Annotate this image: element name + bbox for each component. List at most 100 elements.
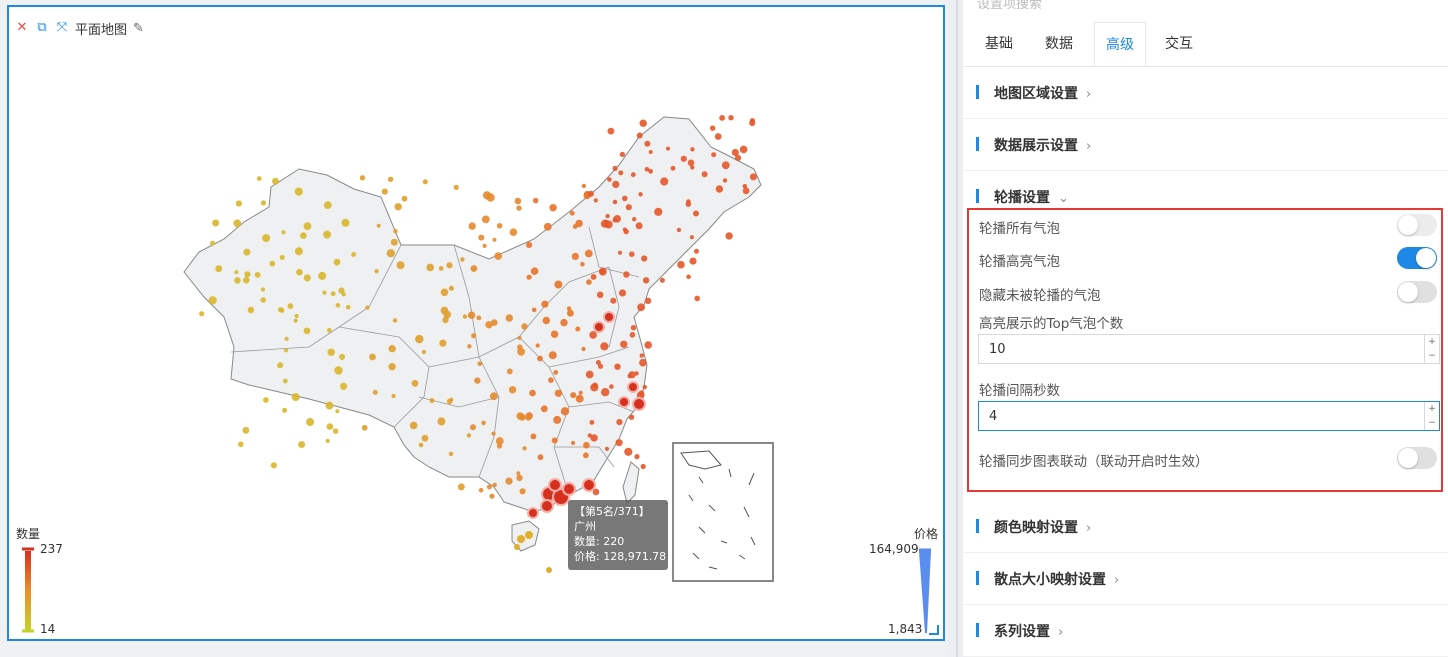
city-bubble[interactable] — [341, 218, 350, 227]
city-bubble[interactable] — [514, 544, 520, 550]
city-bubble[interactable] — [554, 280, 563, 289]
city-bubble[interactable] — [233, 219, 242, 228]
city-bubble[interactable] — [644, 140, 651, 147]
city-bubble[interactable] — [607, 127, 615, 135]
city-bubble[interactable] — [644, 297, 652, 304]
city-bubble[interactable] — [694, 295, 700, 302]
city-bubble[interactable] — [421, 434, 429, 442]
city-bubble[interactable] — [335, 409, 340, 414]
city-bubble[interactable] — [541, 300, 549, 308]
city-bubble[interactable] — [719, 115, 725, 121]
city-bubble[interactable] — [619, 151, 626, 158]
city-bubble[interactable] — [642, 277, 650, 284]
city-bubble[interactable] — [506, 368, 513, 375]
city-bubble[interactable] — [632, 217, 637, 222]
city-bubble[interactable] — [642, 384, 647, 390]
city-bubble[interactable] — [277, 362, 284, 369]
city-bubble[interactable] — [446, 398, 453, 405]
city-bubble[interactable] — [481, 420, 486, 426]
city-bubble[interactable] — [714, 133, 722, 140]
city-bubble[interactable] — [571, 440, 576, 446]
city-bubble[interactable] — [496, 223, 503, 229]
city-bubble[interactable] — [516, 205, 522, 211]
tab-advanced[interactable]: 高级 — [1094, 22, 1146, 66]
city-bubble[interactable] — [325, 401, 334, 410]
city-bubble[interactable] — [627, 373, 632, 379]
city-bubble[interactable] — [306, 418, 315, 426]
city-bubble[interactable] — [394, 203, 402, 211]
city-bubble[interactable] — [601, 388, 610, 397]
city-bubble[interactable] — [282, 407, 288, 413]
city-bubble[interactable] — [739, 145, 748, 154]
city-bubble[interactable] — [609, 384, 614, 389]
city-bubble[interactable] — [374, 269, 379, 274]
city-bubble[interactable] — [260, 297, 266, 303]
city-bubble[interactable] — [715, 185, 724, 193]
city-bubble[interactable] — [279, 308, 285, 313]
city-bubble[interactable] — [388, 363, 396, 371]
city-bubble[interactable] — [586, 279, 592, 285]
city-bubble[interactable] — [629, 251, 635, 257]
city-bubble[interactable] — [639, 353, 644, 358]
city-bubble[interactable] — [592, 382, 598, 389]
resize-handle[interactable] — [929, 625, 939, 635]
city-bubble[interactable] — [680, 155, 687, 162]
city-bubble[interactable] — [742, 187, 750, 195]
city-bubble[interactable] — [505, 314, 513, 322]
highlight-bubble[interactable] — [562, 482, 576, 496]
city-bubble[interactable] — [628, 414, 635, 420]
city-bubble[interactable] — [615, 439, 623, 447]
city-bubble[interactable] — [654, 207, 663, 216]
city-bubble[interactable] — [687, 159, 695, 167]
city-bubble[interactable] — [644, 341, 652, 349]
highlight-bubble[interactable] — [593, 321, 605, 333]
city-bubble[interactable] — [508, 386, 517, 394]
city-bubble[interactable] — [208, 296, 217, 305]
city-bubble[interactable] — [537, 454, 544, 461]
city-bubble[interactable] — [392, 318, 398, 323]
city-bubble[interactable] — [585, 370, 594, 379]
city-bubble[interactable] — [453, 184, 459, 190]
city-bubble[interactable] — [516, 471, 521, 476]
city-bubble[interactable] — [622, 227, 627, 232]
city-bubble[interactable] — [517, 336, 522, 340]
city-bubble[interactable] — [242, 426, 250, 434]
city-bubble[interactable] — [262, 234, 271, 243]
tab-data[interactable]: 数据 — [1033, 22, 1085, 66]
city-bubble[interactable] — [618, 250, 622, 255]
city-bubble[interactable] — [270, 462, 277, 469]
city-bubble[interactable] — [243, 248, 251, 256]
section-map-region[interactable]: 地图区域设置 › — [963, 66, 1448, 119]
city-bubble[interactable] — [291, 393, 300, 402]
city-bubble[interactable] — [326, 423, 334, 430]
city-bubble[interactable] — [466, 433, 472, 438]
city-bubble[interactable] — [641, 255, 648, 262]
city-bubble[interactable] — [467, 344, 472, 349]
city-bubble[interactable] — [418, 442, 424, 448]
city-bubble[interactable] — [330, 291, 336, 297]
city-bubble[interactable] — [470, 265, 478, 272]
city-bubble[interactable] — [529, 389, 536, 397]
city-bubble[interactable] — [525, 531, 533, 539]
city-bubble[interactable] — [476, 315, 482, 321]
city-bubble[interactable] — [333, 258, 341, 266]
city-bubble[interactable] — [260, 287, 266, 292]
highlight-bubbles-toggle[interactable] — [1397, 247, 1437, 269]
city-bubble[interactable] — [639, 358, 647, 367]
city-bubble[interactable] — [734, 154, 742, 161]
city-bubble[interactable] — [612, 180, 620, 188]
city-bubble[interactable] — [612, 217, 618, 223]
city-bubble[interactable] — [689, 235, 695, 240]
city-bubble[interactable] — [474, 377, 481, 384]
city-bubble[interactable] — [551, 437, 558, 444]
city-bubble[interactable] — [728, 115, 734, 121]
city-bubble[interactable] — [640, 463, 646, 470]
city-bubble[interactable] — [388, 344, 396, 353]
city-bubble[interactable] — [269, 260, 276, 267]
city-bubble[interactable] — [401, 195, 408, 202]
city-bubble[interactable] — [393, 229, 398, 234]
city-bubble[interactable] — [234, 270, 239, 275]
highlight-bubble[interactable] — [627, 381, 639, 393]
city-bubble[interactable] — [693, 210, 699, 217]
city-bubble[interactable] — [415, 334, 424, 344]
